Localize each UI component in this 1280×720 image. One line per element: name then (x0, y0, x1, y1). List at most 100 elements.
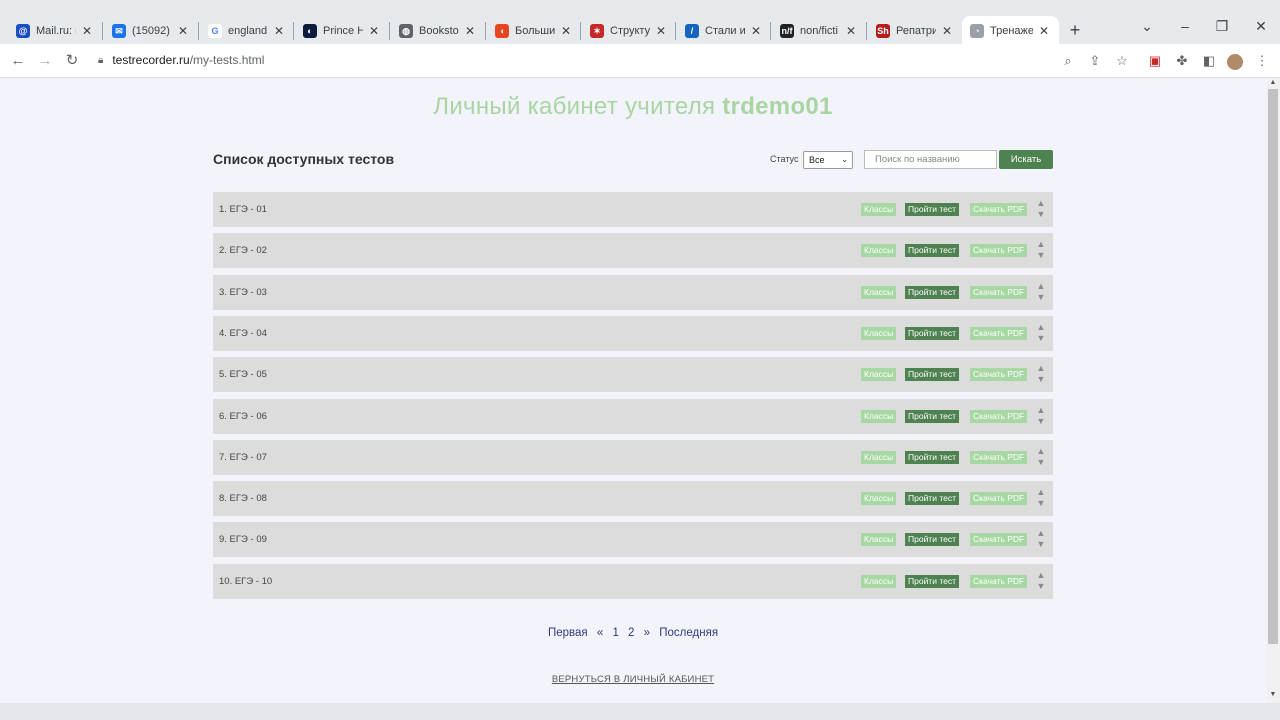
close-window-icon[interactable]: ✕ (1251, 18, 1271, 35)
scroll-up-icon[interactable]: ▲ (1268, 79, 1278, 86)
download-pdf-button[interactable]: Скачать PDF (970, 574, 1028, 588)
classes-button[interactable]: Классы (861, 203, 897, 216)
take-test-button[interactable]: Пройти тест (905, 285, 959, 299)
status-filter-select[interactable]: Все ⌄ (803, 151, 853, 169)
classes-button[interactable]: Классы (861, 285, 897, 299)
classes-button[interactable]: Классы (861, 368, 897, 382)
side-panel-icon[interactable]: ◧ (1199, 51, 1219, 71)
move-down-icon[interactable]: ▼ (1036, 251, 1046, 260)
zoom-icon[interactable]: ⌕ (1058, 51, 1078, 71)
close-tab-icon[interactable]: ✕ (1037, 24, 1051, 38)
profile-avatar[interactable] (1225, 51, 1245, 71)
move-up-icon[interactable]: ▲ (1036, 405, 1046, 415)
close-tab-icon[interactable]: ✕ (463, 24, 477, 38)
move-down-icon[interactable]: ▼ (1036, 540, 1046, 549)
browser-tab[interactable]: ◍ Bookstor ✕ (391, 16, 485, 46)
extensions-puzzle-icon[interactable]: ✤ (1172, 51, 1192, 71)
browser-tab[interactable]: ◔ Тренаже ✕ (962, 16, 1059, 46)
move-up-icon[interactable]: ▲ (1036, 446, 1046, 456)
minimize-icon[interactable]: – (1175, 18, 1195, 34)
take-test-button[interactable]: Пройти тест (905, 409, 959, 423)
browser-menu-icon[interactable]: ⋮ (1252, 51, 1272, 71)
browser-tab[interactable]: ✶ Структур ✕ (582, 16, 676, 46)
scrollbar-thumb[interactable] (1268, 89, 1278, 644)
classes-button[interactable]: Классы (861, 574, 897, 588)
move-down-icon[interactable]: ▼ (1036, 457, 1046, 467)
close-tab-icon[interactable]: ✕ (749, 24, 763, 38)
browser-tab[interactable]: ◐ Prince Ha ✕ (295, 16, 389, 46)
bookmark-star-icon[interactable]: ☆ (1112, 51, 1132, 71)
extension-red-icon[interactable]: ▣ (1145, 51, 1165, 71)
classes-button[interactable]: Классы (861, 450, 897, 464)
url-field[interactable]: 🔒︎ testrecorder.ru/my-tests.html (98, 53, 264, 67)
move-up-icon[interactable]: ▲ (1036, 240, 1046, 249)
vertical-scrollbar[interactable]: ▲ ▼ (1266, 79, 1280, 703)
browser-tab[interactable]: / Стали из ✕ (677, 16, 771, 46)
forward-icon[interactable]: → (35, 51, 55, 71)
pagination-prev[interactable]: « (597, 627, 603, 639)
move-down-icon[interactable]: ▼ (1036, 416, 1046, 426)
pagination-page-1[interactable]: 1 (612, 627, 618, 639)
move-down-icon[interactable]: ▼ (1036, 499, 1046, 508)
take-test-button[interactable]: Пройти тест (905, 244, 959, 258)
move-up-icon[interactable]: ▲ (1036, 199, 1046, 208)
classes-button[interactable]: Классы (861, 244, 897, 258)
classes-button[interactable]: Классы (861, 492, 897, 506)
close-tab-icon[interactable]: ✕ (176, 24, 190, 38)
move-up-icon[interactable]: ▲ (1036, 322, 1046, 332)
pagination-next[interactable]: » (644, 627, 650, 639)
download-pdf-button[interactable]: Скачать PDF (970, 203, 1028, 216)
take-test-button[interactable]: Пройти тест (905, 368, 959, 382)
back-icon[interactable]: ← (8, 51, 28, 71)
classes-button[interactable]: Классы (861, 409, 897, 423)
browser-tab[interactable]: ◖ Большие ✕ (487, 16, 581, 46)
take-test-button[interactable]: Пройти тест (905, 326, 959, 340)
close-tab-icon[interactable]: ✕ (272, 24, 286, 38)
close-tab-icon[interactable]: ✕ (844, 24, 858, 38)
browser-tab[interactable]: Sh Репатри ✕ (868, 16, 962, 46)
close-tab-icon[interactable]: ✕ (654, 24, 668, 38)
move-up-icon[interactable]: ▲ (1036, 281, 1046, 291)
search-button[interactable]: Искать (999, 150, 1053, 169)
download-pdf-button[interactable]: Скачать PDF (970, 409, 1028, 423)
take-test-button[interactable]: Пройти тест (905, 492, 959, 506)
new-tab-button[interactable]: + (1066, 20, 1084, 40)
pagination-first[interactable]: Первая (548, 627, 588, 639)
download-pdf-button[interactable]: Скачать PDF (970, 326, 1028, 340)
pagination-page-2[interactable]: 2 (628, 627, 634, 639)
close-tab-icon[interactable]: ✕ (80, 24, 94, 38)
classes-button[interactable]: Классы (861, 533, 897, 547)
tab-search-icon[interactable]: ⌄ (1137, 18, 1157, 35)
take-test-button[interactable]: Пройти тест (905, 450, 959, 464)
move-down-icon[interactable]: ▼ (1036, 581, 1046, 591)
classes-button[interactable]: Классы (861, 326, 897, 340)
move-up-icon[interactable]: ▲ (1036, 529, 1046, 538)
download-pdf-button[interactable]: Скачать PDF (970, 450, 1028, 464)
download-pdf-button[interactable]: Скачать PDF (970, 244, 1028, 258)
move-down-icon[interactable]: ▼ (1036, 292, 1046, 302)
share-icon[interactable]: ⇪ (1085, 51, 1105, 71)
move-up-icon[interactable]: ▲ (1036, 364, 1046, 373)
browser-tab[interactable]: ✉ (15092) B ✕ (104, 16, 198, 46)
download-pdf-button[interactable]: Скачать PDF (970, 368, 1028, 382)
move-down-icon[interactable]: ▼ (1036, 210, 1046, 219)
close-tab-icon[interactable]: ✕ (940, 24, 954, 38)
back-to-cabinet-link[interactable]: ВЕРНУТЬСЯ В ЛИЧНЫЙ КАБИНЕТ (0, 674, 1266, 685)
reload-icon[interactable]: ↻ (62, 51, 82, 71)
close-tab-icon[interactable]: ✕ (559, 24, 573, 38)
take-test-button[interactable]: Пройти тест (905, 533, 959, 547)
move-up-icon[interactable]: ▲ (1036, 488, 1046, 497)
scroll-down-icon[interactable]: ▼ (1268, 691, 1278, 698)
pagination-last[interactable]: Последняя (659, 627, 718, 639)
close-tab-icon[interactable]: ✕ (367, 24, 381, 38)
take-test-button[interactable]: Пройти тест (905, 574, 959, 588)
download-pdf-button[interactable]: Скачать PDF (970, 492, 1028, 506)
search-input[interactable]: Поиск по названию (864, 150, 997, 169)
download-pdf-button[interactable]: Скачать PDF (970, 533, 1028, 547)
maximize-icon[interactable]: ❐ (1212, 18, 1232, 35)
browser-tab[interactable]: n/f non/ficti ✕ (772, 16, 866, 46)
browser-tab[interactable]: Gengland l ✕ (200, 16, 294, 46)
browser-tab[interactable]: @ Mail.ru: n ✕ (8, 16, 102, 46)
move-down-icon[interactable]: ▼ (1036, 333, 1046, 343)
move-up-icon[interactable]: ▲ (1036, 570, 1046, 580)
